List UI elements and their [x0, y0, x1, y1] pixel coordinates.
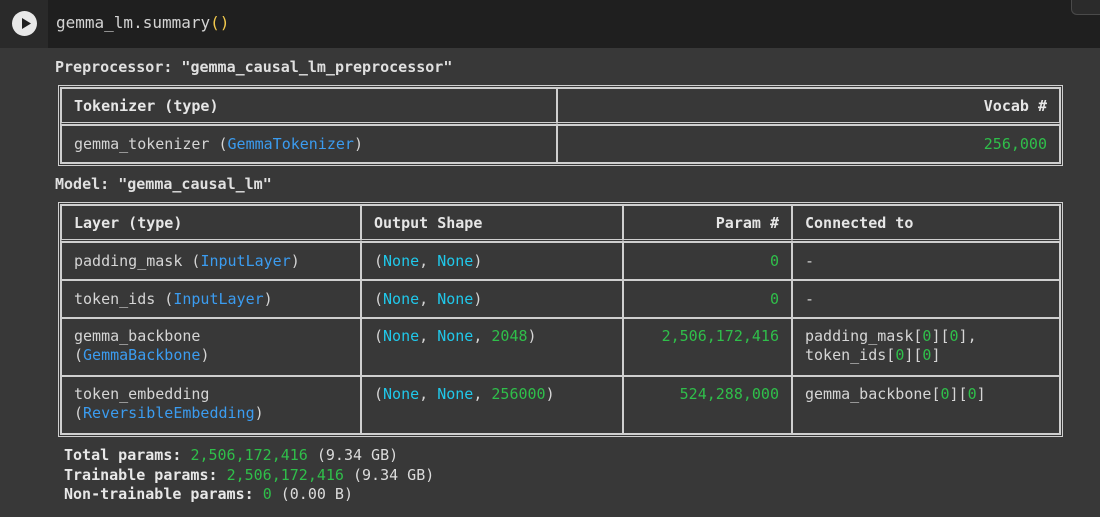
connected-index: 0: [895, 346, 905, 364]
table-row: gemma_backbone (GemmaBackbone) (None, Non…: [61, 318, 1060, 376]
trainable-params-label: Trainable params:: [64, 465, 218, 484]
play-icon: [22, 18, 31, 29]
layer-type: ReversibleEmbedding: [83, 404, 255, 422]
connected-separator: ,: [967, 327, 977, 345]
layer-type: GemmaBackbone: [83, 346, 201, 364]
code-call: gemma_lm.summary: [56, 13, 211, 32]
total-params-label: Total params:: [64, 446, 182, 464]
shape-cell: (None, None): [361, 280, 623, 318]
preprocessor-table: Tokenizer (type) Vocab # gemma_tokenizer…: [58, 85, 1063, 166]
connected-to: -: [792, 280, 1060, 318]
layer-cell: token_ids (InputLayer): [61, 280, 361, 318]
table-row: token_embedding (ReversibleEmbedding) (No…: [61, 376, 1060, 434]
layer-type: GemmaTokenizer: [227, 135, 354, 153]
shape-dim: None: [437, 327, 474, 345]
shape-dim: None: [437, 252, 474, 270]
shape-dim: None: [383, 327, 420, 345]
header-param-count: Param #: [623, 205, 792, 242]
connected-to: -: [792, 242, 1060, 280]
non-trainable-params-label: Non-trainable params:: [64, 485, 254, 503]
connected-index: 0: [922, 327, 932, 345]
code-cell[interactable]: gemma_lm.summary(): [0, 0, 1100, 48]
connected-index: 0: [967, 385, 977, 403]
header-tokenizer-type: Tokenizer (type): [61, 88, 557, 125]
param-count: 2,506,172,416: [623, 318, 792, 376]
code-parens: (): [210, 13, 230, 32]
tokenizer-cell: gemma_tokenizer (GemmaTokenizer): [61, 125, 557, 163]
header-output-shape: Output Shape: [361, 205, 623, 242]
shape-cell: (None, None, 2048): [361, 318, 623, 376]
preprocessor-heading: Preprocessor: "gemma_causal_lm_preproces…: [55, 58, 453, 76]
vocab-value: 256,000: [557, 125, 1060, 163]
layer-cell: gemma_backbone (GemmaBackbone): [61, 318, 361, 376]
total-params-line: Total params: 2,506,172,416 (9.34 GB): [64, 446, 434, 466]
connected-index: 0: [949, 327, 959, 345]
connected-layer: padding_mask: [805, 327, 914, 345]
total-params-size: (9.34 GB): [316, 446, 399, 464]
connected-index: 0: [940, 385, 950, 403]
trainable-params-line: Trainable params: 2,506,172,416 (9.34 GB…: [64, 466, 434, 486]
connected-layer: gemma_backbone: [805, 385, 932, 403]
layer-name: padding_mask: [74, 252, 183, 270]
run-cell-button[interactable]: [12, 11, 37, 36]
code-editor-line[interactable]: gemma_lm.summary(): [56, 13, 229, 32]
param-totals: Total params: 2,506,172,416 (9.34 GB) Tra…: [64, 446, 434, 505]
table-row: token_ids (InputLayer) (None, None) 0 -: [61, 280, 1060, 318]
shape-dim: 256000: [491, 385, 546, 403]
connected-to: gemma_backbone[0][0]: [792, 376, 1060, 434]
connected-index: 0: [922, 346, 932, 364]
layer-cell: padding_mask (InputLayer): [61, 242, 361, 280]
trainable-params-value: 2,506,172,416: [226, 465, 344, 484]
layer-cell: token_embedding (ReversibleEmbedding): [61, 376, 361, 434]
layer-name: token_embedding: [74, 385, 210, 403]
shape-dim: 2048: [491, 327, 528, 345]
layer-name: token_ids: [74, 290, 156, 308]
non-trainable-params-value: 0: [262, 485, 272, 503]
connected-to: padding_mask[0][0], token_ids[0][0]: [792, 318, 1060, 376]
connected-layer: token_ids: [805, 346, 887, 364]
layer-name: gemma_tokenizer: [74, 135, 210, 153]
shape-dim: None: [383, 252, 420, 270]
cell-toolbar-tab[interactable]: [1071, 0, 1100, 15]
header-vocab: Vocab #: [557, 88, 1060, 125]
param-count: 0: [623, 280, 792, 318]
header-layer-type: Layer (type): [61, 205, 361, 242]
param-count: 0: [623, 242, 792, 280]
shape-cell: (None, None): [361, 242, 623, 280]
total-params-value: 2,506,172,416: [190, 446, 308, 464]
shape-dim: None: [383, 385, 420, 403]
table-row: padding_mask (InputLayer) (None, None) 0…: [61, 242, 1060, 280]
layer-type: InputLayer: [200, 252, 291, 270]
table-row: gemma_tokenizer (GemmaTokenizer) 256,000: [61, 125, 1060, 163]
cell-output: Preprocessor: "gemma_causal_lm_preproces…: [0, 48, 1100, 517]
non-trainable-params-line: Non-trainable params: 0 (0.00 B): [64, 485, 434, 505]
shape-cell: (None, None, 256000): [361, 376, 623, 434]
param-count: 524,288,000: [623, 376, 792, 434]
shape-dim: None: [437, 290, 474, 308]
layer-name: gemma_backbone: [74, 327, 201, 345]
model-heading: Model: "gemma_causal_lm": [55, 175, 272, 193]
shape-dim: None: [383, 290, 420, 308]
model-table: Layer (type) Output Shape Param # Connec…: [58, 202, 1063, 437]
layer-type: InputLayer: [173, 290, 264, 308]
shape-dim: None: [437, 385, 474, 403]
run-gutter: [0, 0, 48, 48]
non-trainable-params-size: (0.00 B): [280, 485, 353, 503]
trainable-params-size: (9.34 GB): [353, 465, 435, 484]
header-connected-to: Connected to: [792, 205, 1060, 242]
